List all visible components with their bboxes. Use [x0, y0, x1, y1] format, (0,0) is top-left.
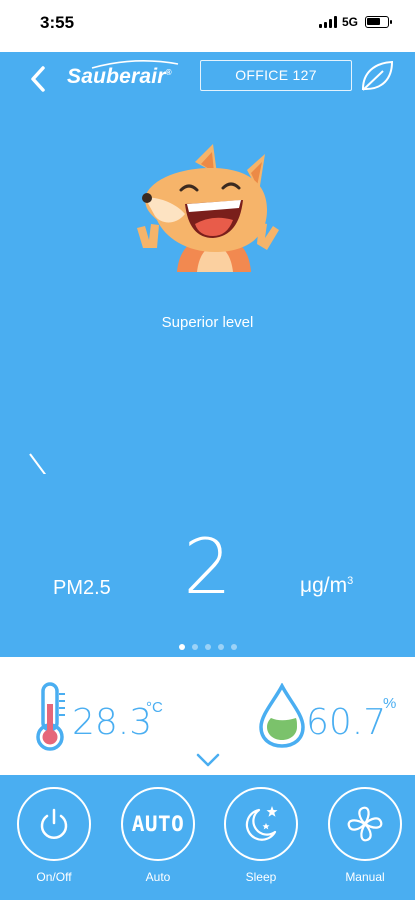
- mode-controls: On/Off AUTO Auto Sleep Manual: [0, 775, 415, 900]
- temperature-unit: °C: [146, 699, 163, 716]
- status-time: 3:55: [40, 13, 75, 32]
- page-dot[interactable]: [191, 644, 198, 650]
- page-indicator[interactable]: [0, 644, 415, 650]
- leaf-icon[interactable]: [358, 59, 396, 93]
- sleep-button[interactable]: Sleep: [223, 787, 299, 884]
- auto-button[interactable]: AUTO Auto: [120, 787, 196, 884]
- auto-text-icon: AUTO: [131, 812, 185, 836]
- page-dot[interactable]: [204, 644, 211, 650]
- page-dot[interactable]: [217, 644, 224, 650]
- auto-button-circle[interactable]: AUTO: [121, 787, 195, 861]
- network-type: 5G: [341, 15, 358, 29]
- battery-icon: [365, 16, 392, 28]
- fan-icon: [347, 806, 383, 842]
- pm-unit: μg/m3: [300, 574, 354, 597]
- manual-button-circle[interactable]: [328, 787, 402, 861]
- pm-gauge: [29, 453, 47, 474]
- back-icon[interactable]: [24, 64, 54, 94]
- power-label: On/Off: [36, 870, 72, 884]
- thermometer-icon: [36, 682, 65, 751]
- power-icon: [40, 808, 68, 839]
- auto-label: Auto: [145, 870, 171, 884]
- droplet-icon: [259, 683, 305, 748]
- sleep-button-circle[interactable]: [224, 787, 298, 861]
- signal-icon: [318, 16, 337, 28]
- power-button[interactable]: On/Off: [16, 787, 92, 884]
- air-quality-panel[interactable]: Sauberair® OFFICE 127 Superior level PM2…: [0, 52, 415, 657]
- status-icons: 5G: [318, 15, 392, 29]
- moon-stars-icon: [245, 806, 278, 841]
- manual-label: Manual: [345, 870, 385, 884]
- chevron-down-icon[interactable]: [195, 751, 221, 769]
- power-button-circle[interactable]: [17, 787, 91, 861]
- sleep-label: Sleep: [245, 870, 277, 884]
- device-name-button[interactable]: OFFICE 127: [200, 60, 352, 91]
- brand-logo: Sauberair®: [67, 65, 172, 88]
- temperature-value: 28.3: [72, 702, 153, 743]
- humidity-value: 60.7: [306, 702, 387, 743]
- gauge-needle: [29, 453, 47, 474]
- humidity-unit: %: [383, 695, 397, 712]
- manual-button[interactable]: Manual: [327, 787, 403, 884]
- readings-panel: 28.3 °C 60.7 %: [0, 657, 415, 775]
- fox-mascot: [137, 144, 279, 272]
- status-bar: 3:55 5G: [0, 0, 415, 52]
- page-dot[interactable]: [230, 644, 237, 650]
- page-dot[interactable]: [178, 644, 185, 650]
